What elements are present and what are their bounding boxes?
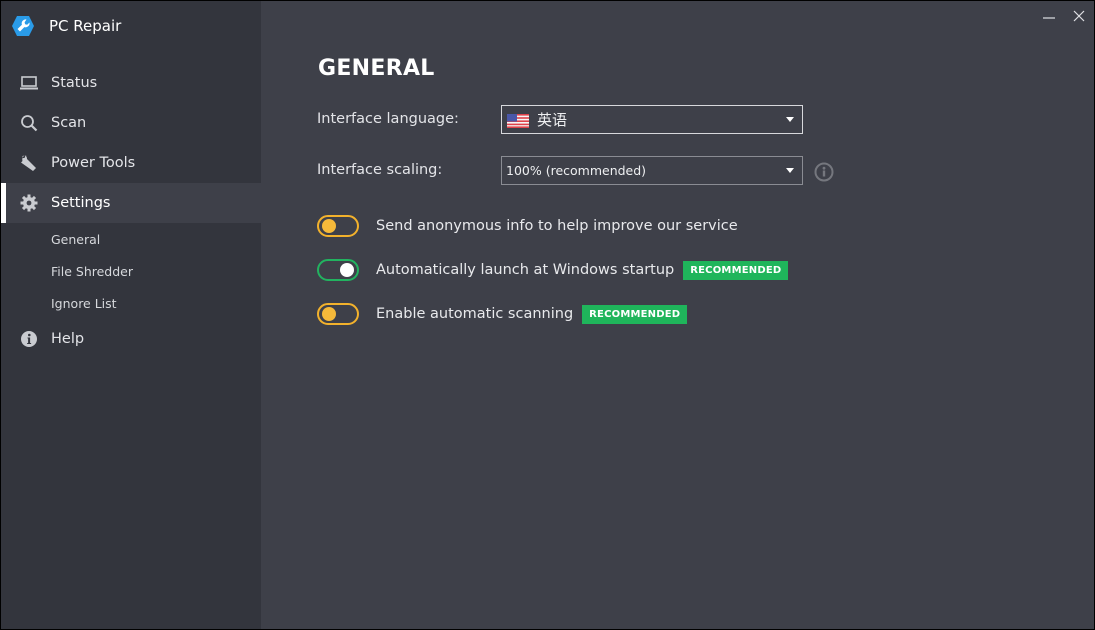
sidebar-subitem-ignore-list[interactable]: Ignore List [51,293,117,313]
chevron-down-icon [786,168,794,173]
close-button[interactable] [1068,7,1090,27]
us-flag-icon [507,113,529,128]
sidebar-item-label: Help [51,331,85,347]
sidebar-item-help[interactable]: Help [1,319,261,359]
sidebar-item-settings[interactable]: Settings [1,183,261,223]
laptop-icon [19,73,39,93]
toggle-row-automatic-scanning: Enable automatic scanning RECOMMENDED [317,302,688,326]
sidebar-item-label: Status [51,75,98,91]
interface-language-label: Interface language: [317,111,459,127]
launch-at-startup-toggle[interactable] [317,259,359,281]
toggle-knob [322,219,336,233]
interface-language-value: 英语 [537,111,568,129]
minimize-button[interactable] [1038,7,1060,27]
app-title: PC Repair [49,17,122,35]
wrench-icon [19,153,39,173]
sidebar-item-label: Scan [51,115,87,131]
wrench-hexagon-logo-icon [11,14,35,38]
info-icon [19,329,39,349]
toggle-knob [322,307,336,321]
sidebar-subitem-general[interactable]: General [51,229,100,249]
app-window: PC Repair Status Scan Power Tools Settin… [1,1,1094,629]
toggle-knob [340,263,354,277]
search-icon [19,113,39,133]
toggle-row-launch-at-startup: Automatically launch at Windows startup … [317,258,789,282]
gear-icon [19,193,39,213]
sidebar-item-scan[interactable]: Scan [1,103,261,143]
interface-language-select[interactable]: 英语 [501,105,803,134]
interface-scaling-value: 100% (recommended) [506,163,647,178]
sidebar-item-power-tools[interactable]: Power Tools [1,143,261,183]
toggle-row-anonymous-info: Send anonymous info to help improve our … [317,214,738,238]
toggle-label: Enable automatic scanning [376,306,574,322]
page-title: GENERAL [318,56,435,81]
info-circle-icon[interactable] [814,162,834,182]
brand: PC Repair [11,13,121,39]
automatic-scanning-toggle[interactable] [317,303,359,325]
chevron-down-icon [786,117,794,122]
minimize-icon [1042,8,1056,27]
recommended-badge: RECOMMENDED [582,304,688,324]
recommended-badge: RECOMMENDED [683,260,789,280]
sidebar-item-status[interactable]: Status [1,63,261,103]
interface-scaling-select[interactable]: 100% (recommended) [501,156,803,185]
sidebar: PC Repair Status Scan Power Tools Settin… [1,1,261,629]
sidebar-item-label: Power Tools [51,155,136,171]
main-panel: GENERAL Interface language: 英语 Interface… [261,1,1094,629]
anonymous-info-toggle[interactable] [317,215,359,237]
interface-scaling-label: Interface scaling: [317,162,443,178]
toggle-label: Automatically launch at Windows startup [376,262,675,278]
sidebar-subitem-file-shredder[interactable]: File Shredder [51,261,133,281]
sidebar-item-label: Settings [51,195,111,211]
toggle-label: Send anonymous info to help improve our … [376,218,738,234]
close-icon [1072,8,1086,27]
